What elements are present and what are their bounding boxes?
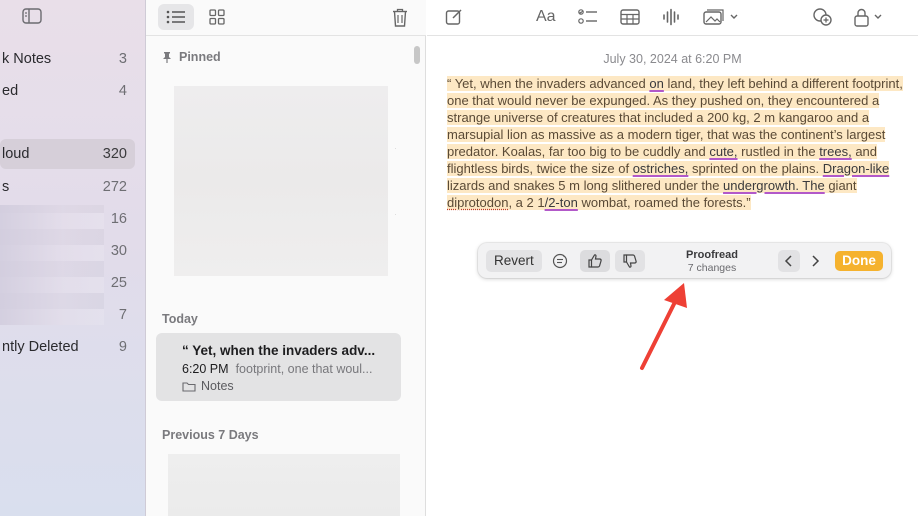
note-meta: 6:20 PM footprint, one that woul... bbox=[182, 362, 372, 376]
note-title: “ Yet, when the invaders adv... bbox=[182, 343, 376, 358]
done-button[interactable]: Done bbox=[835, 251, 883, 271]
folder-icon bbox=[182, 381, 196, 392]
collaborate-icon[interactable] bbox=[812, 6, 834, 28]
sidebar-item-shared[interactable]: ed 4 bbox=[0, 76, 146, 106]
sidebar-item-icloud[interactable]: loud 320 bbox=[0, 139, 135, 169]
annotation-arrow-icon bbox=[640, 283, 687, 370]
sidebar-item-label: ed bbox=[2, 83, 19, 99]
note-folder: Notes bbox=[182, 379, 234, 393]
previous-change-chevron-left-icon[interactable] bbox=[778, 250, 800, 272]
proofread-change[interactable]: on bbox=[649, 76, 663, 91]
previous-note-thumbnail[interactable] bbox=[168, 454, 400, 516]
lock-icon[interactable] bbox=[853, 6, 887, 28]
proofread-toolbar: Revert Proofread 7 changes Done bbox=[478, 243, 891, 278]
sidebar-item-folder[interactable]: 16 bbox=[0, 204, 146, 234]
sidebar-item-folder[interactable]: 30 bbox=[0, 236, 146, 266]
sidebar-item-count: 16 bbox=[110, 211, 127, 227]
proofread-change[interactable]: ostriches, bbox=[633, 161, 689, 176]
sidebar-toggle-icon[interactable] bbox=[22, 8, 42, 24]
note-body-text[interactable]: “ Yet, when the invaders advanced on lan… bbox=[447, 75, 907, 211]
sidebar-item-count: 320 bbox=[102, 146, 127, 162]
proofread-change[interactable]: trees, bbox=[819, 144, 852, 159]
gallery-view-icon[interactable] bbox=[204, 4, 230, 30]
sidebar-item-count: 7 bbox=[118, 307, 127, 323]
text-run: “ Yet, when the invaders advanced bbox=[447, 76, 650, 91]
media-icon[interactable] bbox=[703, 6, 739, 28]
sidebar-item-folder[interactable]: 25 bbox=[0, 268, 146, 298]
pinned-header-label: Pinned bbox=[179, 50, 221, 64]
audio-waveform-icon[interactable] bbox=[662, 6, 680, 28]
note-date: July 30, 2024 at 6:20 PM bbox=[603, 52, 742, 66]
proofread-change[interactable]: Dragon-like bbox=[823, 161, 889, 176]
sidebar-item-recently-deleted[interactable]: ntly Deleted 9 bbox=[0, 332, 146, 362]
table-icon[interactable] bbox=[620, 6, 640, 28]
list-view-icon[interactable] bbox=[158, 4, 194, 30]
previous-7-days-header: Previous 7 Days bbox=[162, 428, 259, 442]
text-run: giant bbox=[824, 178, 857, 193]
note-list-item-selected[interactable]: “ Yet, when the invaders adv... 6:20 PM f… bbox=[156, 333, 401, 401]
sidebar-item-count: 3 bbox=[118, 51, 127, 67]
sidebar-item-count: 25 bbox=[110, 275, 127, 291]
thumbs-down-icon[interactable] bbox=[615, 250, 645, 272]
proofread-change[interactable]: /2-ton bbox=[545, 195, 578, 210]
sidebar: k Notes 3 ed 4 loud 320 s 272 16 30 25 7… bbox=[0, 0, 146, 516]
sidebar-item-label: loud bbox=[2, 146, 30, 162]
text-run: lizards and snakes 5 m long slithered un… bbox=[447, 178, 724, 193]
note-preview: footprint, one that woul... bbox=[235, 362, 373, 376]
divider bbox=[395, 214, 396, 215]
revert-button[interactable]: Revert bbox=[486, 250, 542, 272]
pinned-header: Pinned bbox=[162, 50, 221, 64]
divider bbox=[395, 148, 396, 149]
sidebar-item-label: s bbox=[2, 179, 10, 195]
today-header: Today bbox=[162, 312, 198, 326]
compose-icon[interactable] bbox=[445, 6, 463, 28]
proofread-title: Proofread bbox=[686, 249, 738, 261]
checklist-icon[interactable] bbox=[578, 6, 598, 28]
text-run: rustled in the bbox=[737, 144, 820, 159]
sidebar-item-count: 30 bbox=[110, 243, 127, 259]
text-run: sprinted on the plains. bbox=[688, 161, 823, 176]
sidebar-item-count: 272 bbox=[102, 179, 127, 195]
next-change-chevron-right-icon[interactable] bbox=[804, 250, 826, 272]
notes-list: Pinned Today “ Yet, when the invaders ad… bbox=[146, 0, 426, 516]
proofread-change[interactable]: undergrowth. The bbox=[723, 178, 825, 193]
editor-toolbar: Aa bbox=[427, 0, 918, 36]
trash-icon[interactable] bbox=[390, 4, 410, 30]
list-toolbar bbox=[146, 0, 426, 36]
note-folder-label: Notes bbox=[201, 379, 234, 393]
sidebar-item-count: 9 bbox=[118, 339, 127, 355]
sidebar-item-label: ntly Deleted bbox=[2, 339, 79, 355]
pinned-note-thumbnail[interactable] bbox=[174, 86, 388, 276]
spelling-flag[interactable]: diprotodon bbox=[447, 195, 508, 210]
note-time: 6:20 PM bbox=[182, 362, 229, 376]
list-scrollbar[interactable] bbox=[414, 46, 420, 64]
thumbs-up-icon[interactable] bbox=[580, 250, 610, 272]
sidebar-item-count: 4 bbox=[118, 83, 127, 99]
writing-tools-icon[interactable] bbox=[548, 250, 572, 272]
sidebar-item-label: k Notes bbox=[2, 51, 52, 67]
pin-icon bbox=[163, 52, 171, 63]
proofread-change-count: 7 changes bbox=[687, 262, 737, 274]
text-run: , a 2 1 bbox=[508, 195, 545, 210]
sidebar-item-folder[interactable]: 7 bbox=[0, 300, 146, 330]
sidebar-item-quick-notes[interactable]: k Notes 3 bbox=[0, 44, 146, 74]
format-text-button[interactable]: Aa bbox=[536, 6, 556, 28]
text-run: wombat, roamed the forests.” bbox=[577, 195, 751, 210]
proofread-change[interactable]: cute, bbox=[709, 144, 737, 159]
sidebar-item-notes[interactable]: s 272 bbox=[0, 172, 146, 202]
